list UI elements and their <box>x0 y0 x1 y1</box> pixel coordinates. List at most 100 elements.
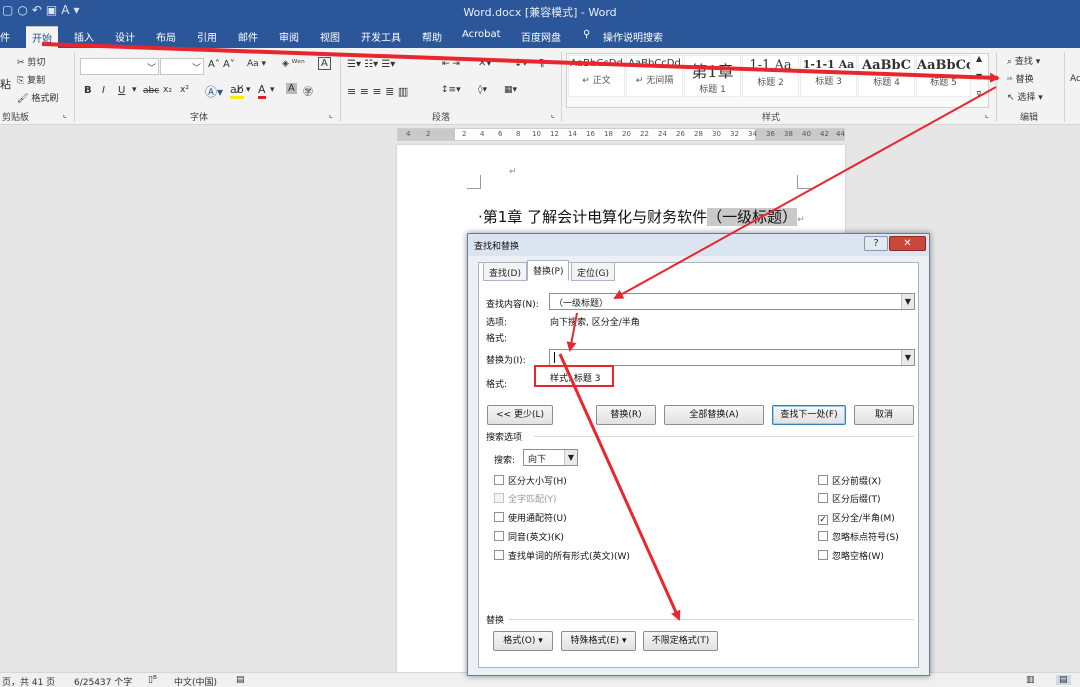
tab-home[interactable]: 开始 <box>26 26 58 48</box>
font-size-combo[interactable]: ﹀ <box>160 58 204 75</box>
char-border-icon[interactable]: A <box>318 57 331 70</box>
superscript-button[interactable]: x² <box>180 85 189 95</box>
scroll-down-icon[interactable]: ▼ <box>976 72 982 81</box>
read-mode-icon[interactable]: ▥ <box>1026 675 1035 685</box>
clear-format-icon[interactable]: ◈ ᵂᵉⁿ <box>282 59 305 69</box>
style-heading-5[interactable]: AaBbCc 标题 5 <box>916 55 971 97</box>
proofing-icon[interactable]: ▯ᴮ <box>148 675 157 685</box>
page-count[interactable]: 页，共 41 页 <box>2 675 55 687</box>
dialog-launcher-icon[interactable]: ⌞ <box>329 110 333 119</box>
underline-dropdown-icon[interactable]: ▾ <box>132 85 137 95</box>
tab-acrobat[interactable]: Acrobat <box>462 29 501 40</box>
style-no-spacing[interactable]: AaBbCcDd ↵ 无间隔 <box>626 55 683 97</box>
highlight-dropdown-icon[interactable]: ▾ <box>246 85 251 95</box>
chapter-heading[interactable]: ·第1章 了解会计电算化与财务软件（一级标题）↵ <box>478 206 805 227</box>
bold-button[interactable]: B <box>84 85 92 96</box>
paste-button[interactable]: 粘 <box>0 76 11 92</box>
replace-dialog-button[interactable]: 替换(R) <box>596 405 656 425</box>
bullets-icon[interactable]: ☰▾ ☷▾ ☰▾ <box>347 59 395 70</box>
replace-with-input[interactable]: ▼ <box>549 349 915 366</box>
tab-insert[interactable]: 插入 <box>74 29 94 44</box>
tab-find[interactable]: 查找(D) <box>483 262 527 281</box>
tab-baidu[interactable]: 百度网盘 <box>521 29 561 44</box>
cut-button[interactable]: ✂ 剪切 <box>17 55 45 68</box>
macro-icon[interactable]: ▤ <box>236 675 245 685</box>
special-button[interactable]: 特殊格式(E) ▾ <box>561 631 636 651</box>
enclose-char-icon[interactable]: ㊫ <box>303 83 313 98</box>
find-what-input[interactable]: （一级标题） ▼ <box>549 293 915 310</box>
grow-font-icon[interactable]: A˄ A˅ <box>208 59 235 70</box>
checkbox-box[interactable] <box>494 531 504 541</box>
text-effects-icon[interactable]: Ⓐ▾ <box>205 83 223 100</box>
font-color-dropdown-icon[interactable]: ▾ <box>270 85 275 95</box>
tab-review[interactable]: 审阅 <box>279 29 299 44</box>
select-button[interactable]: ↖ 选择 ▾ <box>1007 90 1043 103</box>
checkbox-box[interactable] <box>494 493 504 503</box>
change-case-icon[interactable]: Aa ▾ <box>247 59 266 69</box>
search-direction-select[interactable]: 向下 ▼ <box>523 449 578 466</box>
copy-button[interactable]: ⎘ 复制 <box>17 73 45 86</box>
cancel-button[interactable]: 取消 <box>854 405 914 425</box>
dialog-launcher-icon[interactable]: ⌞ <box>985 110 989 119</box>
checkbox-box[interactable] <box>818 493 828 503</box>
acrobat-partial[interactable]: Ac <box>1070 74 1080 84</box>
tell-me-search[interactable]: 操作说明搜索 <box>603 29 663 44</box>
align-icon[interactable]: ≡ ≡ ≡ ≣ ▥ <box>347 85 408 98</box>
help-button[interactable]: ? <box>864 236 888 251</box>
subscript-button[interactable]: x₂ <box>163 85 172 95</box>
checkbox-box[interactable] <box>818 475 828 485</box>
sounds-like-checkbox[interactable]: 同音(英文)(K) <box>494 530 564 543</box>
dialog-title-bar[interactable]: 查找和替换 ? ✕ <box>468 234 929 256</box>
tab-mailings[interactable]: 邮件 <box>238 29 258 44</box>
tab-goto[interactable]: 定位(G) <box>571 262 615 281</box>
scroll-up-icon[interactable]: ▲ <box>976 54 982 63</box>
style-heading-4[interactable]: AaBbC 标题 4 <box>858 55 915 97</box>
format-painter-button[interactable]: 🖌 格式刷 <box>17 91 58 104</box>
strikethrough-button[interactable]: abc <box>143 86 159 96</box>
checkbox-box[interactable] <box>494 512 504 522</box>
font-name-combo[interactable]: ﹀ <box>80 58 159 75</box>
ignore-punct-checkbox[interactable]: 忽略标点符号(S) <box>818 530 899 543</box>
no-formatting-button[interactable]: 不限定格式(T) <box>643 631 718 651</box>
line-spacing-icon[interactable]: ↕≡▾ <box>441 85 461 95</box>
tab-view[interactable]: 视图 <box>320 29 340 44</box>
checkbox-box[interactable] <box>494 475 504 485</box>
match-suffix-checkbox[interactable]: 区分后缀(T) <box>818 492 881 505</box>
dialog-launcher-icon[interactable]: ⌞ <box>551 110 555 119</box>
style-heading-3[interactable]: 1-1-1 Aa 标题 3 <box>800 55 857 97</box>
checkbox-box[interactable] <box>818 550 828 560</box>
style-heading-1[interactable]: 第1章 标题 1 <box>684 55 741 97</box>
word-count[interactable]: 6/25437 个字 <box>74 675 132 687</box>
whole-word-checkbox[interactable]: 全字匹配(Y) <box>494 492 557 505</box>
char-shading-icon[interactable]: A <box>286 83 297 94</box>
language[interactable]: 中文(中国) <box>174 675 217 687</box>
dialog-launcher-icon[interactable]: ⌞ <box>63 110 67 119</box>
ignore-space-checkbox[interactable]: 忽略空格(W) <box>818 549 884 562</box>
highlight-icon[interactable]: ab̸ <box>230 83 244 99</box>
italic-button[interactable]: I <box>102 85 105 96</box>
indent-icon[interactable]: ⇤ ⇥ <box>442 59 460 69</box>
shading-icon[interactable]: ◊▾ <box>478 85 487 95</box>
tab-references[interactable]: 引用 <box>197 29 217 44</box>
tab-file[interactable]: 件 <box>0 29 10 44</box>
checkbox-box[interactable] <box>494 550 504 560</box>
format-button[interactable]: 格式(O) ▾ <box>493 631 553 651</box>
chevron-down-icon[interactable]: ▼ <box>901 294 914 309</box>
tab-help[interactable]: 帮助 <box>422 29 442 44</box>
print-layout-icon[interactable]: ▤ <box>1056 675 1071 685</box>
tab-layout[interactable]: 布局 <box>156 29 176 44</box>
style-normal[interactable]: AaBbCcDd ↵ 正文 <box>568 55 625 97</box>
sort-icon[interactable]: ↕▾ <box>514 58 527 69</box>
show-marks-icon[interactable]: ¶ <box>538 58 544 69</box>
chevron-down-icon[interactable]: ▼ <box>901 350 914 365</box>
replace-all-button[interactable]: 全部替换(A) <box>664 405 764 425</box>
wildcards-checkbox[interactable]: 使用通配符(U) <box>494 511 567 524</box>
tab-design[interactable]: 设计 <box>115 29 135 44</box>
gallery-more-icon[interactable]: ⊽ <box>976 90 982 99</box>
find-next-button[interactable]: 查找下一处(F) <box>772 405 846 425</box>
match-case-checkbox[interactable]: 区分大小写(H) <box>494 474 567 487</box>
checkbox-box[interactable] <box>818 531 828 541</box>
close-button[interactable]: ✕ <box>889 236 926 251</box>
match-width-checkbox[interactable]: ✓ 区分全/半角(M) <box>818 511 895 525</box>
find-button[interactable]: ⌕ 查找 ▾ <box>1007 54 1040 67</box>
